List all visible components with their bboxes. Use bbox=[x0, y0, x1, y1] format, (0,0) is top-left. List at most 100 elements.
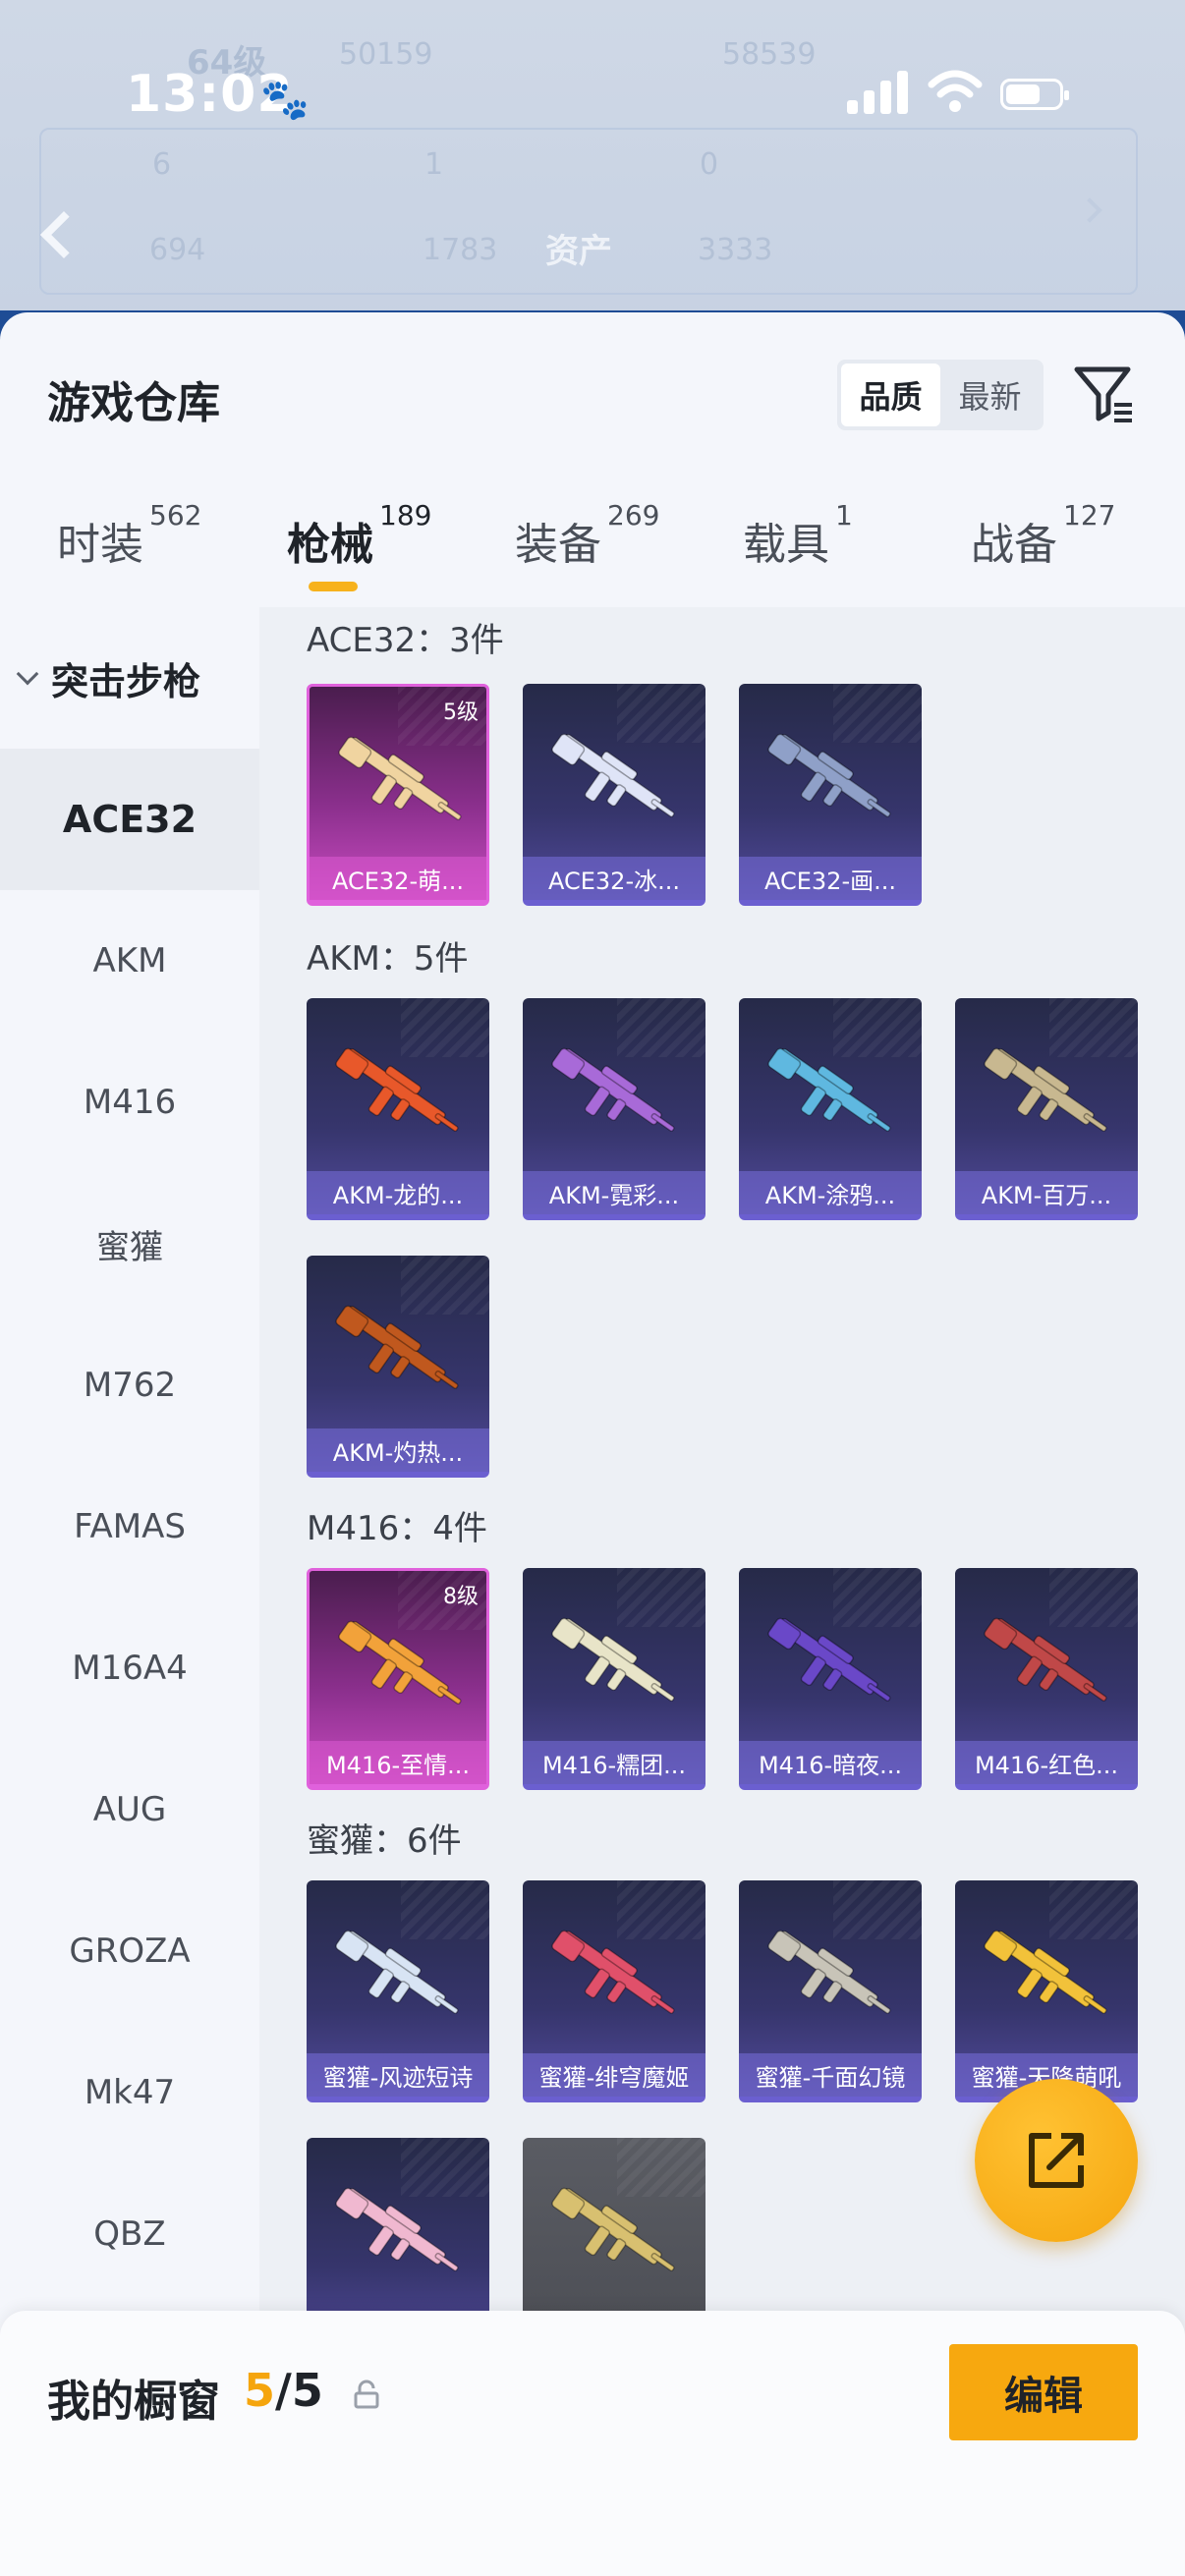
tab-firearms[interactable]: 枪械 189 bbox=[287, 499, 431, 597]
rifle-icon bbox=[984, 1047, 1107, 1132]
weapon-card[interactable]: M416-暗夜... bbox=[739, 1568, 922, 1790]
share-icon bbox=[1029, 2133, 1084, 2188]
card-name: AKM-涂鸦... bbox=[739, 1171, 922, 1214]
weapon-card[interactable]: AKM-龙的... bbox=[307, 998, 489, 1220]
card-name: M416-红色... bbox=[955, 1741, 1138, 1784]
card-name: 蜜獾-千面幻镜 bbox=[739, 2053, 922, 2097]
sidebar-item-honey-badger[interactable]: 蜜獾 bbox=[0, 1173, 259, 1315]
rifle-icon bbox=[767, 1930, 891, 2014]
tab-underline bbox=[309, 582, 358, 591]
tab-count: 562 bbox=[149, 499, 202, 532]
sidebar-group-assault-rifle[interactable]: 突击步枪 bbox=[0, 607, 259, 749]
bg-score-b: 58539 bbox=[722, 37, 817, 72]
showcase-current: 5 bbox=[244, 2364, 276, 2417]
card-name: 蜜獾-风迹短诗 bbox=[307, 2053, 489, 2097]
chevron-down-icon bbox=[16, 662, 39, 686]
sidebar-item-groza[interactable]: GROZA bbox=[0, 1880, 259, 2022]
rifle-icon bbox=[551, 1930, 675, 2014]
section-title-akm: AKM：5件 bbox=[307, 939, 469, 979]
weapon-card[interactable]: 5级 ACE32-萌... bbox=[307, 684, 489, 906]
card-name: AKM-灼热... bbox=[307, 1428, 489, 1472]
rifle-icon bbox=[338, 1620, 462, 1705]
tab-count: 1 bbox=[835, 499, 853, 532]
rifle-icon bbox=[767, 1617, 891, 1702]
paw-icon: 🐾 bbox=[260, 78, 310, 123]
weapon-card[interactable]: AKM-涂鸦... bbox=[739, 998, 922, 1220]
tab-count: 189 bbox=[379, 499, 432, 532]
card-name: AKM-龙的... bbox=[307, 1171, 489, 1214]
bg-stat: 1783 bbox=[423, 233, 498, 267]
weapon-card[interactable] bbox=[523, 2138, 705, 2336]
card-name: ACE32-萌... bbox=[310, 857, 486, 900]
tab-label: 枪械 bbox=[287, 520, 373, 570]
weapon-card[interactable]: 蜜獾-千面幻镜 bbox=[739, 1880, 922, 2102]
rifle-icon bbox=[335, 1930, 459, 2014]
card-name: ACE32-冰... bbox=[523, 857, 705, 900]
tab-count: 269 bbox=[607, 499, 660, 532]
sidebar-item-ace32[interactable]: ACE32 bbox=[0, 749, 259, 890]
card-name: ACE32-画... bbox=[739, 857, 922, 900]
sidebar-item-qbz[interactable]: QBZ bbox=[0, 2163, 259, 2305]
sheet-title: 游戏仓库 bbox=[47, 378, 220, 428]
card-name: M416-暗夜... bbox=[739, 1741, 922, 1784]
weapon-card[interactable]: 蜜獾-绯穹魔姬 bbox=[523, 1880, 705, 2102]
rifle-icon bbox=[335, 2187, 459, 2271]
rifle-icon bbox=[551, 733, 675, 817]
rifle-icon bbox=[984, 1617, 1107, 1702]
bg-assets-label: 资产 bbox=[545, 232, 612, 271]
category-tabs: 时装 562 枪械 189 装备 269 载具 1 战备 127 bbox=[0, 499, 1185, 607]
card-name: 蜜獾-绯穹魔姬 bbox=[523, 2053, 705, 2097]
bg-stat: 1 bbox=[424, 147, 444, 182]
card-name: M416-至情... bbox=[310, 1741, 486, 1784]
rifle-icon bbox=[767, 1047, 891, 1132]
sidebar-group-label: 突击步枪 bbox=[51, 659, 201, 703]
weapon-card[interactable]: AKM-百万... bbox=[955, 998, 1138, 1220]
tab-fashion[interactable]: 时装 562 bbox=[57, 499, 201, 597]
showcase-bar: 我的橱窗 5/5 编辑 bbox=[0, 2311, 1185, 2576]
signal-icon bbox=[847, 69, 908, 114]
rifle-icon bbox=[551, 2187, 675, 2271]
sidebar-item-famas[interactable]: FAMAS bbox=[0, 1456, 259, 1597]
weapon-card[interactable]: AKM-霓彩... bbox=[523, 998, 705, 1220]
sidebar-item-m416[interactable]: M416 bbox=[0, 1032, 259, 1173]
lock-icon bbox=[354, 2380, 379, 2409]
sort-option-latest[interactable]: 最新 bbox=[940, 364, 1040, 426]
card-name: AKM-百万... bbox=[955, 1171, 1138, 1214]
tab-vehicles[interactable]: 载具 1 bbox=[743, 499, 853, 597]
weapon-card[interactable] bbox=[307, 2138, 489, 2336]
weapon-card[interactable]: ACE32-冰... bbox=[523, 684, 705, 906]
bg-stat: 3333 bbox=[698, 233, 773, 267]
sort-toggle: 品质 最新 bbox=[837, 360, 1044, 430]
sidebar-item-m762[interactable]: M762 bbox=[0, 1315, 259, 1456]
weapon-card[interactable]: 蜜獾-天降萌吼 bbox=[955, 1880, 1138, 2102]
rifle-icon bbox=[767, 733, 891, 817]
weapon-card[interactable]: 蜜獾-风迹短诗 bbox=[307, 1880, 489, 2102]
weapon-card[interactable]: ACE32-画... bbox=[739, 684, 922, 906]
weapon-card[interactable]: M416-糯团... bbox=[523, 1568, 705, 1790]
edit-button[interactable]: 编辑 bbox=[949, 2344, 1138, 2440]
weapon-card[interactable]: AKM-灼热... bbox=[307, 1256, 489, 1478]
tab-label: 装备 bbox=[515, 520, 601, 570]
filter-icon[interactable] bbox=[1071, 362, 1136, 426]
wifi-icon bbox=[928, 70, 983, 112]
sort-option-quality[interactable]: 品质 bbox=[841, 364, 940, 426]
sidebar-item-mk47[interactable]: Mk47 bbox=[0, 2022, 259, 2163]
sidebar-item-aug[interactable]: AUG bbox=[0, 1739, 259, 1880]
bg-score-a: 50159 bbox=[339, 37, 433, 72]
sidebar-item-m16a4[interactable]: M16A4 bbox=[0, 1597, 259, 1739]
bg-stat: 694 bbox=[149, 233, 206, 267]
rifle-icon bbox=[551, 1617, 675, 1702]
background-header: 64级 50159 58539 6 1 0 694 1783 资产 3333 1… bbox=[0, 0, 1185, 324]
tab-label: 时装 bbox=[57, 520, 143, 570]
sidebar-item-akm[interactable]: AKM bbox=[0, 890, 259, 1032]
rifle-icon bbox=[551, 1047, 675, 1132]
weapon-card[interactable]: M416-红色... bbox=[955, 1568, 1138, 1790]
tab-battle-prep[interactable]: 战备 127 bbox=[971, 499, 1115, 597]
tab-label: 载具 bbox=[743, 520, 829, 570]
section-title-ace32: ACE32：3件 bbox=[307, 621, 504, 660]
share-button[interactable] bbox=[975, 2079, 1138, 2242]
battery-icon bbox=[1000, 79, 1069, 110]
weapon-card[interactable]: 8级 M416-至情... bbox=[307, 1568, 489, 1790]
showcase-label: 我的橱窗 bbox=[47, 2377, 220, 2427]
tab-equipment[interactable]: 装备 269 bbox=[515, 499, 659, 597]
